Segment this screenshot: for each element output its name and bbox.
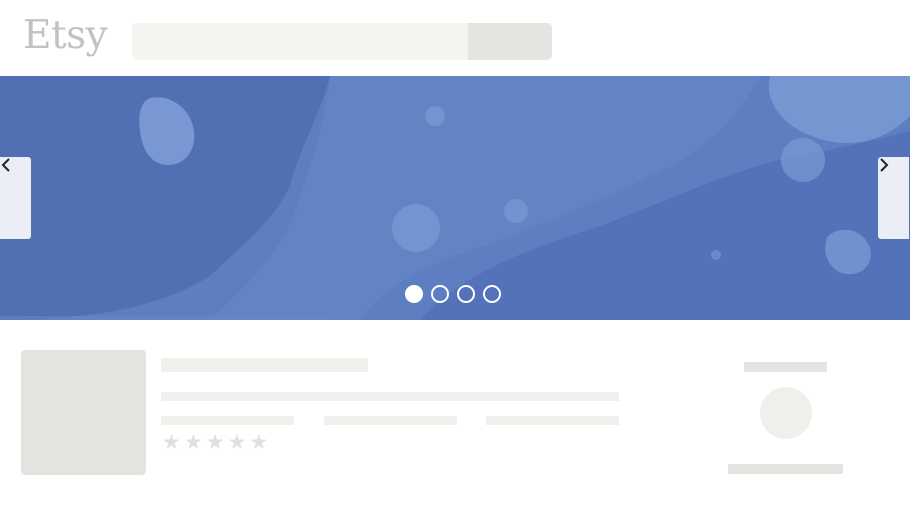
description-placeholder [161, 392, 619, 401]
shop-avatar-placeholder [760, 387, 812, 439]
meta-placeholder-3 [486, 416, 619, 425]
carousel-pagination [405, 285, 501, 303]
star-icon: ★ [205, 430, 225, 454]
search-button[interactable] [468, 23, 552, 60]
star-icon: ★ [162, 430, 181, 454]
chevron-left-icon [1, 158, 10, 172]
chevron-right-icon [880, 158, 889, 172]
site-header: Etsy [0, 0, 910, 76]
meta-placeholder-2 [324, 416, 457, 425]
star-icon: ★ [227, 430, 247, 454]
star-icon: ★ [183, 430, 203, 454]
hero-carousel [0, 76, 910, 320]
carousel-dot-2[interactable] [431, 285, 449, 303]
etsy-logo[interactable]: Etsy [23, 16, 108, 55]
search-bar [132, 23, 552, 60]
hero-watercolor-background [0, 76, 910, 320]
carousel-dot-4[interactable] [483, 285, 501, 303]
shop-info-placeholder [728, 464, 843, 474]
rating-stars: ★ ★ ★ ★ ★ [162, 432, 268, 453]
star-icon: ★ [249, 430, 269, 454]
carousel-dot-1[interactable] [405, 285, 423, 303]
carousel-dot-3[interactable] [457, 285, 475, 303]
listing-image-placeholder [21, 350, 146, 475]
meta-placeholder-1 [161, 416, 294, 425]
carousel-next-button[interactable] [878, 157, 909, 239]
shop-name-placeholder [744, 362, 827, 372]
title-placeholder [161, 358, 368, 372]
listing-skeleton: ★ ★ ★ ★ ★ [0, 320, 910, 510]
carousel-prev-button[interactable] [0, 157, 31, 239]
search-input[interactable] [132, 23, 468, 60]
